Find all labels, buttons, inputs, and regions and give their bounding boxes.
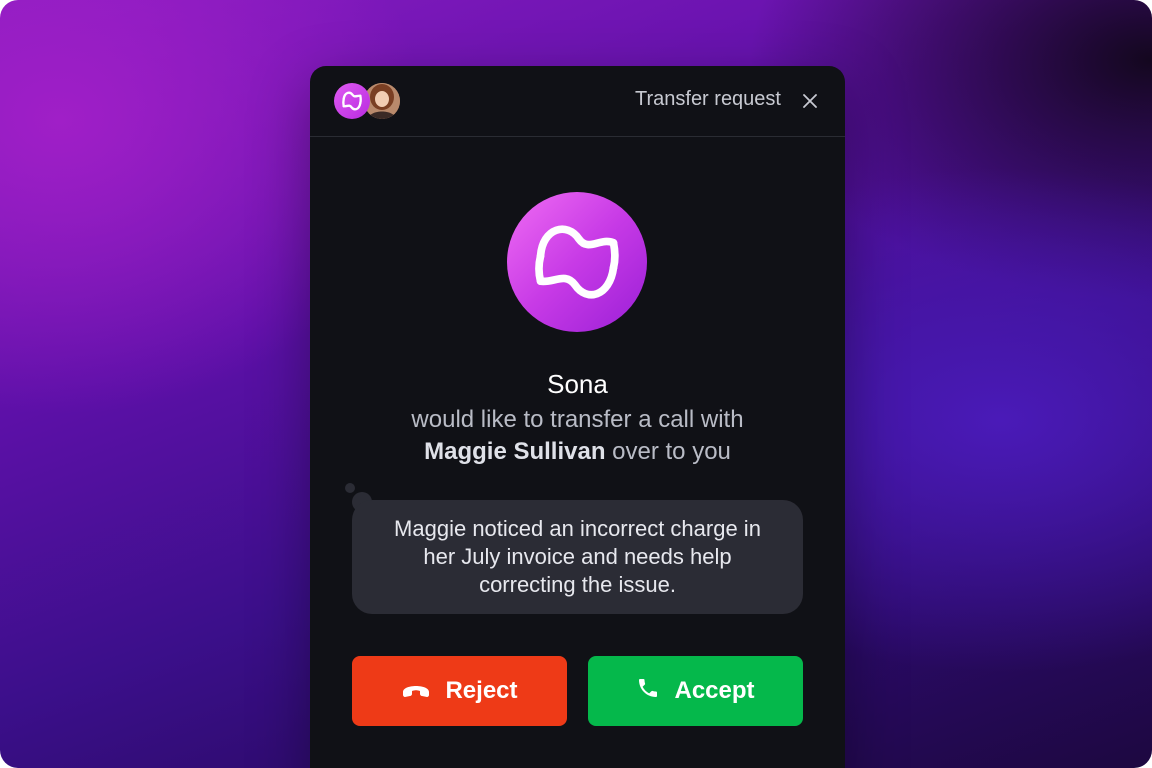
accept-button[interactable]: Accept <box>588 656 803 726</box>
transfer-request-panel: Transfer request Sona would like to tran… <box>310 66 845 768</box>
reject-button[interactable]: Reject <box>352 656 567 726</box>
reject-label: Reject <box>445 677 518 704</box>
caller-name: Sona <box>547 369 608 399</box>
phone-icon <box>636 676 660 707</box>
transfer-note-bubble: Maggie noticed an incorrect charge in he… <box>352 500 803 614</box>
message-line-2: Maggie Sullivan over to you <box>310 436 845 468</box>
message-suffix: over to you <box>605 438 731 465</box>
customer-name: Maggie Sullivan <box>424 438 606 465</box>
transfer-message: would like to transfer a call with Maggi… <box>310 404 845 468</box>
caller-logo-icon <box>507 192 647 332</box>
close-icon[interactable] <box>799 90 821 112</box>
participant-avatars <box>334 83 404 119</box>
desktop-background: Transfer request Sona would like to tran… <box>0 0 1152 768</box>
phone-hangup-icon <box>401 677 431 705</box>
transfer-note-text: Maggie noticed an incorrect charge in he… <box>394 516 761 597</box>
panel-header: Transfer request <box>310 66 845 137</box>
thought-dot-small <box>345 483 355 493</box>
header-title: Transfer request <box>635 88 781 110</box>
sona-logo-icon <box>334 83 370 119</box>
message-line-1: would like to transfer a call with <box>411 406 744 433</box>
accept-label: Accept <box>674 677 755 704</box>
